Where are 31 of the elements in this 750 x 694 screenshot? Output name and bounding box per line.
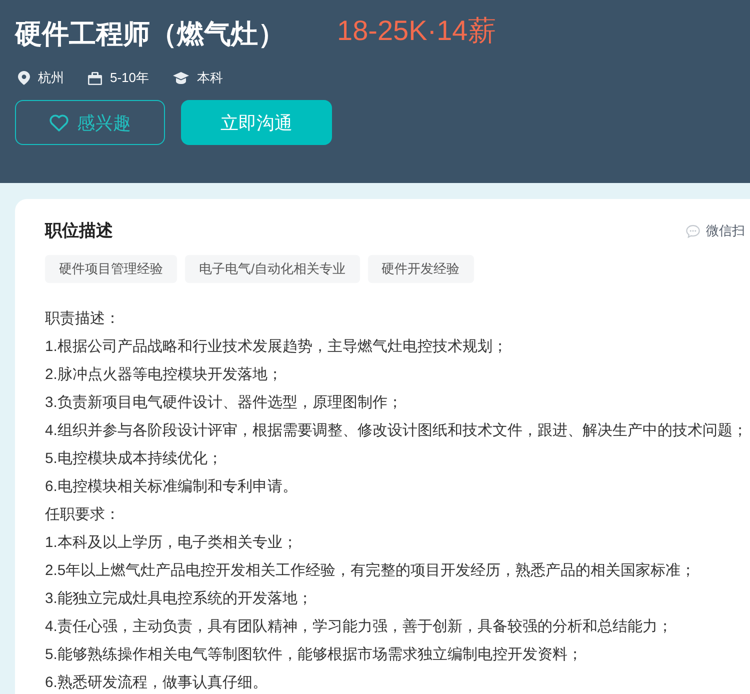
interested-button[interactable]: 感兴趣 <box>15 100 165 145</box>
skill-tag: 电子电气/自动化相关专业 <box>185 255 360 283</box>
section-title: 职位描述 <box>45 220 113 242</box>
location-pin-icon <box>18 71 30 85</box>
description-line: 4.责任心强，主动负责，具有团队精神，学习能力强，善于创新，具备较强的分析和总结能力； <box>45 617 674 637</box>
meta-text: 本科 <box>197 70 224 86</box>
graduation-cap-icon <box>173 72 190 84</box>
description-line: 5.电控模块成本持续优化； <box>45 450 224 469</box>
description-line: 6.熟悉研发流程，做事认真仔细。 <box>45 673 268 693</box>
description-line: 3.能独立完成灶具电控系统的开发落地； <box>45 589 314 609</box>
meta-text: 5-10年 <box>110 70 150 86</box>
briefcase-icon <box>88 72 102 84</box>
description-line: 5.能够熟练操作相关电气等制图软件，能够根据市场需求独立编制电控开发资料； <box>45 645 584 665</box>
salary: 18-25K·14薪 <box>337 14 496 48</box>
description-line: 4.组织并参与各阶段设计评审，根据需要调整、修改设计图纸和技术文件，跟进、解决生产中的技术问题； <box>45 421 745 441</box>
description-line: 1.本科及以上学历，电子类相关专业； <box>45 534 298 553</box>
wechat-scan-link[interactable]: 微信扫 <box>706 222 745 240</box>
meta-text: 杭州 <box>38 70 64 86</box>
description-line: 2.5年以上燃气灶产品电控开发相关工作经验，有完整的项目开发经历，熟悉产品的相关国家标准； <box>45 561 697 581</box>
description-line: 3.负责新项目电气硬件设计、器件选型，原理图制作； <box>45 394 404 413</box>
description-line: 职责描述： <box>45 310 121 329</box>
chat-now-button[interactable]: 立即沟通 <box>181 100 332 145</box>
description-line: 任职要求： <box>45 506 121 525</box>
description-line: 1.根据公司产品战略和行业技术发展趋势，主导燃气灶电控技术规划； <box>45 337 508 357</box>
skill-tag: 硬件开发经验 <box>368 255 474 283</box>
heart-icon <box>49 114 69 132</box>
chat-bubble-icon <box>686 224 700 238</box>
description-line: 2.脉冲点火器等电控模块开发落地； <box>45 366 284 385</box>
job-title: 硬件工程师（燃气灶） <box>15 18 285 51</box>
skill-tag: 硬件项目管理经验 <box>45 255 177 283</box>
description-line: 6.电控模块相关标准编制和专利申请。 <box>45 478 298 497</box>
